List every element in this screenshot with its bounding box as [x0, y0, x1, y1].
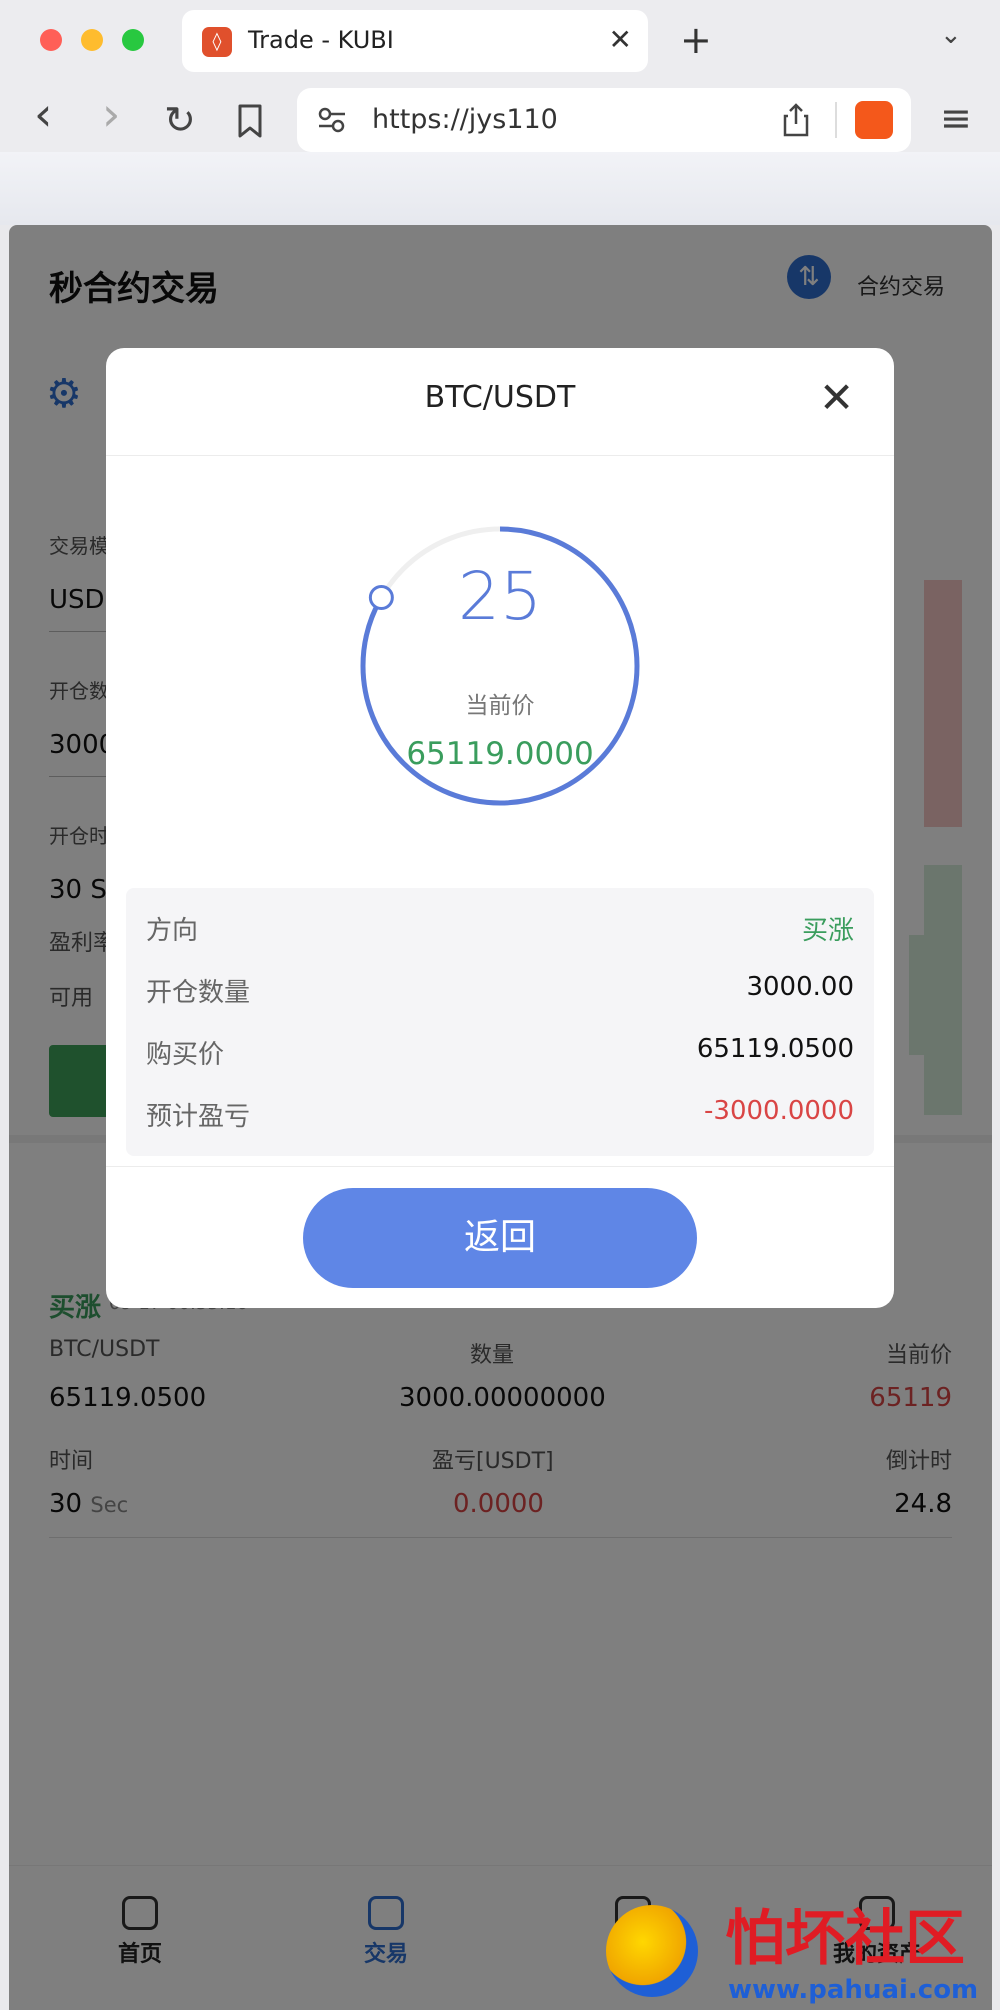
summary-row-amount: 开仓数量 3000.00 — [146, 972, 854, 1012]
tab-list-chevron-icon[interactable]: ⌄ — [940, 20, 962, 50]
kubi-favicon-icon: ◊ — [202, 27, 232, 57]
site-settings-icon[interactable] — [317, 106, 347, 134]
tab-close-icon[interactable]: ✕ — [609, 23, 632, 56]
modal-header-divider — [106, 455, 894, 456]
browser-menu-icon[interactable]: ≡ — [940, 96, 972, 140]
zoom-window-button[interactable] — [122, 29, 144, 51]
watermark-logo-icon — [606, 1905, 698, 1997]
modal-title: BTC/USDT — [424, 380, 576, 415]
summary-value: 65119.0500 — [696, 1034, 854, 1064]
modal-footer-divider — [106, 1166, 894, 1167]
order-summary: 方向 买涨 开仓数量 3000.00 购买价 65119.0500 预计盈亏 -… — [126, 888, 874, 1156]
summary-label: 购买价 — [146, 1040, 225, 1070]
back-icon[interactable]: ‹ — [34, 91, 52, 137]
brave-shields-icon[interactable] — [855, 101, 893, 139]
order-modal: BTC/USDT ✕ 25 当前价 65119.0000 方向 买涨 开仓数量 … — [106, 348, 894, 1308]
watermark-url: www.pahuai.com — [728, 1975, 979, 2005]
summary-row-buy-price: 购买价 65119.0500 — [146, 1034, 854, 1074]
browser-tab[interactable]: ◊ Trade - KUBI ✕ — [182, 10, 648, 72]
bookmark-icon[interactable] — [236, 104, 264, 138]
address-bar[interactable]: https://jys110 — [297, 88, 911, 152]
forward-icon[interactable]: › — [102, 91, 120, 137]
summary-value: 3000.00 — [746, 972, 854, 1002]
address-bar-divider — [835, 102, 837, 138]
countdown-seconds: 25 — [458, 558, 542, 635]
summary-value: -3000.0000 — [704, 1096, 854, 1126]
summary-label: 开仓数量 — [146, 978, 251, 1008]
share-icon[interactable] — [782, 102, 810, 138]
current-price-label: 当前价 — [465, 693, 535, 719]
url-text: https://jys110 — [372, 104, 558, 135]
page-header-strip — [0, 152, 1000, 225]
summary-row-direction: 方向 买涨 — [146, 910, 854, 950]
summary-label: 预计盈亏 — [146, 1102, 251, 1132]
browser-chrome: ◊ Trade - KUBI ✕ + ⌄ ‹ › ↻ https://jys11… — [0, 0, 1000, 225]
summary-label: 方向 — [146, 916, 199, 946]
current-price-value: 65119.0000 — [406, 736, 594, 772]
modal-close-icon[interactable]: ✕ — [819, 374, 854, 422]
new-tab-icon[interactable]: + — [680, 16, 712, 64]
close-window-button[interactable] — [40, 29, 62, 51]
summary-row-estimated-pnl: 预计盈亏 -3000.0000 — [146, 1096, 854, 1136]
tab-title: Trade - KUBI — [248, 26, 394, 54]
back-button[interactable]: 返回 — [303, 1188, 697, 1288]
watermark: 怕坏社区 www.pahuai.com — [600, 1905, 1000, 2010]
summary-value: 买涨 — [801, 916, 854, 946]
reload-icon[interactable]: ↻ — [164, 98, 196, 142]
minimize-window-button[interactable] — [81, 29, 103, 51]
watermark-text: 怕坏社区 — [725, 1904, 965, 1974]
